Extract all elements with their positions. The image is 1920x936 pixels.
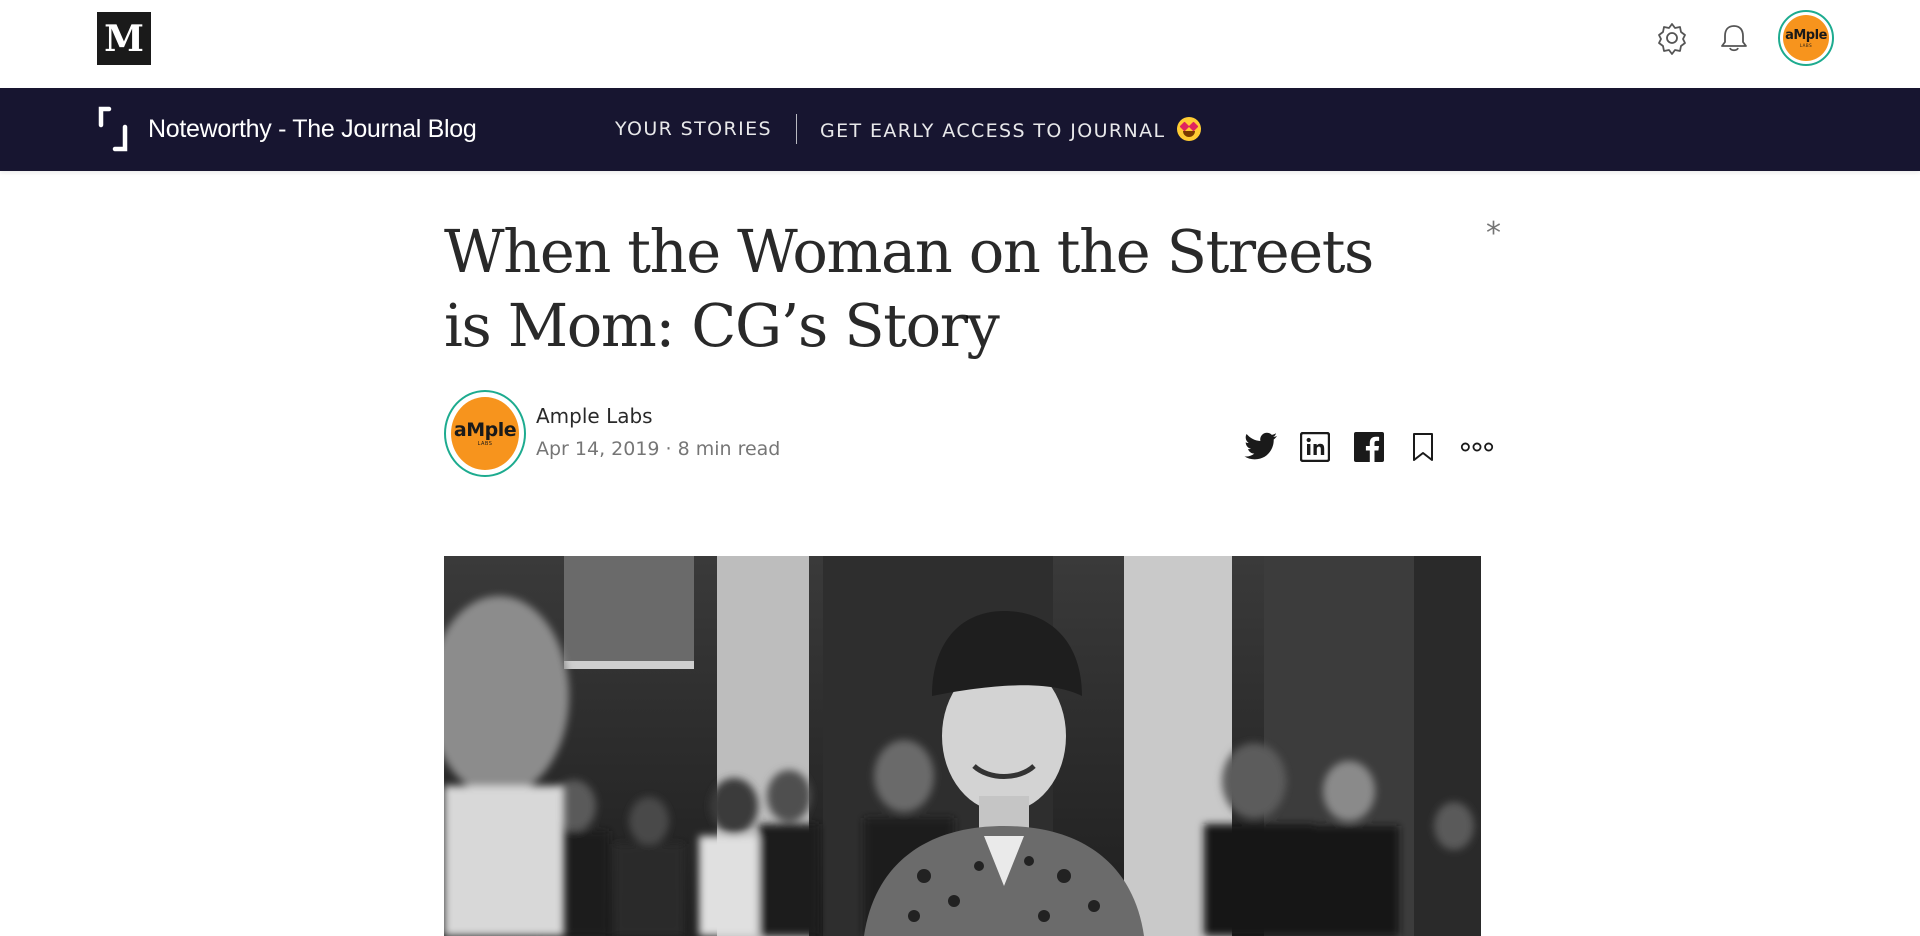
settings-icon[interactable] (1654, 20, 1690, 56)
author-avatar-brand: aMple (453, 418, 517, 441)
author-name[interactable]: Ample Labs (536, 404, 653, 428)
user-avatar-brand: aMple (1785, 27, 1827, 43)
share-bar (1244, 430, 1494, 464)
author-avatar-image: aMple LABS (451, 397, 519, 470)
bookmark-icon[interactable] (1406, 430, 1440, 464)
facebook-icon[interactable] (1352, 430, 1386, 464)
nav-your-stories[interactable]: YOUR STORIES (615, 118, 772, 140)
medium-logo-letter: M (104, 17, 144, 60)
user-avatar[interactable]: aMple LABS (1778, 10, 1834, 66)
star-struck-emoji-icon (1177, 116, 1202, 141)
publish-date[interactable]: Apr 14, 2019 (536, 438, 660, 460)
linkedin-icon[interactable] (1298, 430, 1332, 464)
user-avatar-sub: LABS (1799, 42, 1813, 48)
author-avatar-sub: LABS (477, 440, 493, 447)
more-icon[interactable] (1460, 430, 1494, 464)
author-avatar[interactable]: aMple LABS (444, 390, 526, 477)
byline: aMple LABS Ample Labs Apr 14, 2019 · 8 min… (444, 390, 1494, 478)
nav-divider (795, 114, 797, 144)
meta-separator: · (665, 438, 672, 460)
top-bar: M aMple LABS (0, 0, 1920, 88)
medium-logo[interactable]: M (97, 12, 151, 65)
publication-links: YOUR STORIES GET EARLY ACCESS TO JOURNAL (615, 114, 1202, 144)
top-icons: aMple LABS (1654, 10, 1834, 66)
article-title: When the Woman on the Streets is Mom: CG… (444, 217, 1374, 360)
twitter-icon[interactable] (1244, 430, 1278, 464)
publication-nav: Noteworthy - The Journal Blog YOUR STORI… (0, 88, 1920, 171)
nav-early-access[interactable]: GET EARLY ACCESS TO JOURNAL (819, 116, 1202, 142)
publication-name[interactable]: Noteworthy - The Journal Blog (148, 115, 477, 144)
hero-image (444, 556, 1481, 936)
read-time: 8 min read (677, 438, 781, 460)
nav-early-access-label: GET EARLY ACCESS TO JOURNAL (819, 119, 1166, 142)
author-meta: Apr 14, 2019 · 8 min read (536, 438, 780, 460)
bell-icon[interactable] (1716, 20, 1752, 56)
member-star-icon: * (1486, 216, 1501, 251)
user-avatar-image: aMple LABS (1783, 15, 1829, 61)
journal-logo-icon[interactable] (97, 105, 131, 155)
